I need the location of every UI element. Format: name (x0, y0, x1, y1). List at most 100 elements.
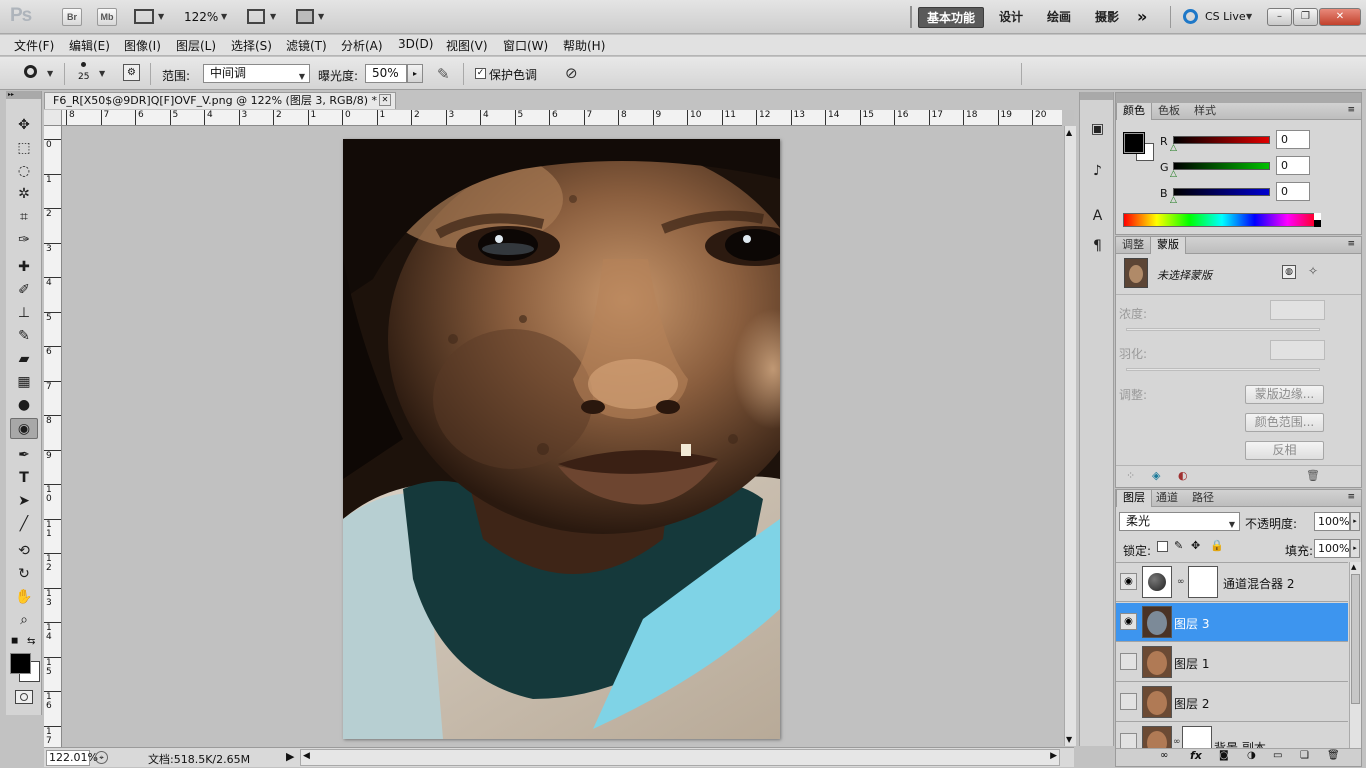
cs-live-icon[interactable] (1183, 9, 1198, 24)
eraser-tool-icon[interactable]: ▰ (10, 349, 38, 370)
menu-3d[interactable]: 3D(D) (398, 37, 433, 51)
history-panel-icon[interactable]: ♪ (1086, 160, 1109, 183)
chevron-down-icon[interactable]: ▼ (99, 69, 105, 78)
zoom-tool-icon[interactable]: ⌕ (10, 610, 38, 631)
tab-channels[interactable]: 通道 (1150, 490, 1184, 507)
hand-tool-icon[interactable]: ✋ (10, 587, 38, 608)
status-info-icon[interactable]: ⌖ (95, 751, 108, 764)
minimize-button[interactable]: – (1267, 8, 1292, 26)
lock-all-icon[interactable]: 🔒 (1210, 539, 1224, 552)
toolbox-header[interactable]: ▸▸ (6, 91, 41, 99)
screen-mode-icon[interactable] (296, 9, 314, 24)
eye-icon[interactable]: ◉ (1120, 613, 1137, 630)
menu-layer[interactable]: 图层(L) (176, 37, 216, 54)
menu-file[interactable]: 文件(F) (14, 37, 54, 54)
status-zoom-field[interactable]: 122.01% (46, 750, 98, 766)
status-menu-icon[interactable]: ▶ (286, 750, 294, 763)
type-tool-icon[interactable]: T (10, 468, 38, 489)
color-range-button[interactable]: 颜色范围... (1245, 413, 1324, 432)
panel-menu-icon[interactable]: ≡ (1347, 492, 1355, 502)
workspace-design[interactable]: 设计 (991, 7, 1031, 28)
scroll-thumb[interactable] (1351, 574, 1360, 704)
color-spectrum-bar[interactable] (1123, 213, 1321, 227)
density-input[interactable] (1270, 300, 1325, 320)
add-pixel-mask-icon[interactable]: ◍ (1282, 265, 1296, 279)
chevron-down-icon[interactable]: ▼ (318, 12, 324, 21)
scroll-down-icon[interactable]: ▼ (1066, 735, 1072, 744)
quick-mask-icon[interactable] (15, 690, 33, 704)
green-slider[interactable] (1173, 162, 1270, 170)
tab-paths[interactable]: 路径 (1186, 490, 1220, 507)
eye-icon[interactable]: ◉ (1120, 693, 1137, 710)
apply-mask-icon[interactable]: ◈ (1152, 469, 1160, 482)
gradient-tool-icon[interactable]: ▦ (10, 372, 38, 393)
healing-brush-tool-icon[interactable]: ✚ (10, 257, 38, 278)
layer-row-background-copy[interactable]: ◉ ∞ 背景 副本 (1116, 723, 1348, 750)
red-slider[interactable] (1173, 136, 1270, 144)
ruler-origin[interactable] (44, 110, 62, 126)
link-icon[interactable]: ∞ (1173, 737, 1181, 747)
spectrum-white-swatch[interactable] (1314, 213, 1321, 220)
foreground-color-swatch[interactable] (10, 653, 31, 674)
menu-help[interactable]: 帮助(H) (563, 37, 605, 54)
new-group-icon[interactable]: ▭ (1273, 750, 1282, 761)
opacity-input[interactable]: 100% (1314, 512, 1350, 531)
blur-tool-icon[interactable]: ● (10, 395, 38, 416)
close-document-icon[interactable]: ✕ (379, 94, 391, 106)
scroll-up-icon[interactable]: ▲ (1351, 563, 1356, 571)
chevron-down-icon[interactable]: ▼ (158, 12, 164, 21)
range-select[interactable]: 中间调 ▼ (203, 64, 310, 83)
menu-window[interactable]: 窗口(W) (503, 37, 548, 54)
brush-tool-icon[interactable]: ✐ (10, 280, 38, 301)
arrange-documents-icon[interactable] (247, 9, 265, 24)
lock-pixels-icon[interactable]: ✎ (1174, 539, 1183, 552)
density-slider[interactable] (1126, 328, 1320, 331)
3d-rotate-tool-icon[interactable]: ⟲ (10, 541, 38, 562)
foreground-color-swatch[interactable] (1123, 132, 1145, 154)
tab-masks[interactable]: 蒙版 (1150, 237, 1186, 254)
add-vector-mask-icon[interactable]: ✧ (1308, 264, 1318, 278)
pen-tool-icon[interactable]: ✒ (10, 445, 38, 466)
blue-slider[interactable] (1173, 188, 1270, 196)
layer-row-layer-2[interactable]: ◉ 图层 2 (1116, 683, 1348, 722)
new-adjustment-layer-icon[interactable]: ◑ (1247, 750, 1256, 761)
tab-swatches[interactable]: 色板 (1152, 103, 1186, 120)
panel-menu-icon[interactable]: ≡ (1347, 105, 1355, 115)
load-selection-icon[interactable]: ⁘ (1126, 469, 1135, 482)
lock-transparency-icon[interactable] (1157, 541, 1168, 552)
fill-slider-toggle[interactable]: ▸ (1350, 539, 1360, 558)
strip-header[interactable] (1080, 92, 1113, 100)
horizontal-scrollbar[interactable]: ◀ ▶ (300, 749, 1060, 766)
blend-mode-select[interactable]: 柔光 ▼ (1119, 512, 1240, 531)
burn-tool-preset-icon[interactable] (24, 65, 37, 78)
mini-bridge-panel-icon[interactable]: ▣ (1086, 118, 1109, 141)
default-colors-icon[interactable]: ◼ (11, 636, 18, 646)
delete-layer-icon[interactable]: 🗑 (1327, 750, 1340, 761)
green-value-input[interactable]: 0 (1276, 156, 1310, 175)
restore-button[interactable]: ❐ (1293, 8, 1318, 26)
exposure-input[interactable]: 50% (365, 64, 407, 83)
quick-selection-tool-icon[interactable]: ✲ (10, 184, 38, 205)
layer-mask-thumbnail[interactable] (1188, 566, 1218, 598)
blue-value-input[interactable]: 0 (1276, 182, 1310, 201)
character-panel-icon[interactable]: A (1086, 205, 1109, 228)
mask-edge-button[interactable]: 蒙版边缘... (1245, 385, 1324, 404)
tab-color[interactable]: 颜色 (1116, 103, 1152, 120)
menu-filter[interactable]: 滤镜(T) (286, 37, 327, 54)
tab-layers[interactable]: 图层 (1116, 490, 1152, 507)
layer-style-icon[interactable]: fx (1190, 749, 1202, 762)
chevron-down-icon[interactable]: ▼ (221, 12, 227, 21)
swap-colors-icon[interactable]: ⇆ (27, 636, 35, 647)
cs-live-label[interactable]: CS Live (1205, 10, 1246, 23)
layer-row-layer-1[interactable]: ◉ 图层 1 (1116, 643, 1348, 682)
layers-scrollbar[interactable]: ▲ (1349, 562, 1361, 750)
scroll-left-icon[interactable]: ◀ (303, 751, 310, 761)
feather-slider[interactable] (1126, 368, 1320, 371)
eye-icon[interactable]: ◉ (1120, 653, 1137, 670)
burn-tool-icon[interactable]: ◉ (10, 418, 38, 439)
bridge-button[interactable]: Br (62, 8, 82, 26)
mini-bridge-button[interactable]: Mb (97, 8, 117, 26)
eye-icon[interactable]: ◉ (1120, 573, 1137, 590)
tablet-pressure-icon[interactable]: ⊘ (565, 64, 578, 82)
scroll-up-icon[interactable]: ▲ (1066, 128, 1072, 137)
